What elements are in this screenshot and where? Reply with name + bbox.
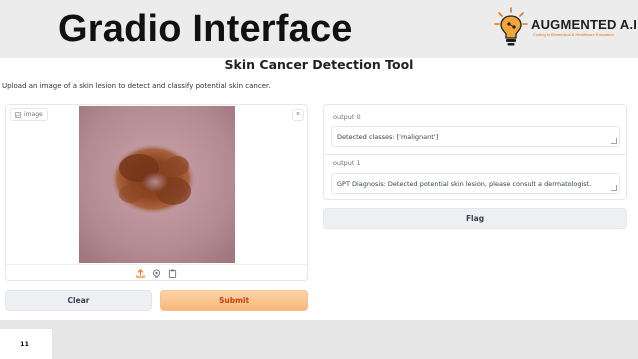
- output-0-label: output 0: [333, 113, 361, 121]
- upload-icon[interactable]: [136, 268, 145, 278]
- output-0-value: Detected classes: ['malignant']: [337, 132, 439, 141]
- clear-button[interactable]: Clear: [5, 290, 152, 311]
- image-label: image: [24, 111, 43, 118]
- flag-button[interactable]: Flag: [323, 208, 627, 229]
- output-divider: [324, 154, 626, 155]
- app-description: Upload an image of a skin lesion to dete…: [2, 82, 271, 90]
- close-icon[interactable]: ×: [292, 109, 304, 121]
- output-0-textbox[interactable]: Detected classes: ['malignant']: [331, 126, 620, 147]
- submit-button[interactable]: Submit: [160, 290, 308, 311]
- image-label-chip: image: [10, 108, 48, 121]
- logo-tagline: Coding in Biomedical & Healthcare Educat…: [533, 32, 614, 37]
- slide-number: 11: [0, 329, 52, 359]
- footer-bar: [0, 320, 638, 359]
- resize-handle-icon[interactable]: [611, 185, 617, 191]
- webcam-icon[interactable]: [152, 268, 161, 278]
- header-banner: Gradio Interface AUGMENTED A.I. Coding i…: [0, 0, 638, 58]
- image-input-panel[interactable]: image ×: [5, 104, 308, 281]
- clipboard-icon[interactable]: [168, 269, 177, 278]
- skin-lesion-image: [79, 106, 235, 263]
- logo-text: AUGMENTED A.I.: [531, 17, 638, 32]
- output-1-value: GPT Diagnosis: Detected potential skin l…: [337, 179, 592, 188]
- outputs-panel: output 0 Detected classes: ['malignant']…: [323, 104, 627, 200]
- image-icon: [15, 111, 21, 118]
- output-1-textbox[interactable]: GPT Diagnosis: Detected potential skin l…: [331, 173, 620, 194]
- lightbulb-icon: [494, 7, 528, 46]
- augmented-ai-logo: AUGMENTED A.I. Coding in Biomedical & He…: [493, 7, 638, 47]
- app-title: Skin Cancer Detection Tool: [224, 57, 414, 72]
- output-1-label: output 1: [333, 159, 361, 167]
- resize-handle-icon[interactable]: [611, 138, 617, 144]
- banner-title: Gradio Interface: [58, 8, 353, 50]
- image-source-toolbar: [6, 264, 307, 281]
- lesion-photo: [79, 106, 235, 263]
